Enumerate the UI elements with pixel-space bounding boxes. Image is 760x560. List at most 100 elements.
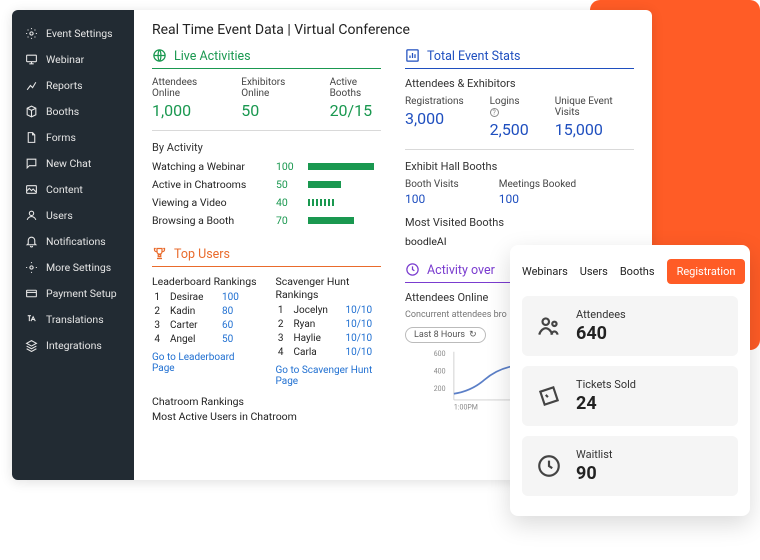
stat-logins: Logins ?2,500 xyxy=(490,96,529,139)
svg-text:200: 200 xyxy=(434,385,446,393)
chatroom-rankings-head: Chatroom Rankings xyxy=(152,395,381,408)
tab-webinars[interactable]: Webinars xyxy=(522,265,568,278)
left-column: Live Activities Attendees Online1,000 Ex… xyxy=(152,48,381,423)
sidebar-item-notifications[interactable]: Notifications xyxy=(12,228,134,254)
sidebar-item-event-settings[interactable]: Event Settings xyxy=(12,20,134,46)
bar-fill xyxy=(308,217,354,224)
sidebar-label: More Settings xyxy=(46,261,111,274)
sidebar: Event Settings Webinar Reports Booths Fo… xyxy=(12,10,134,480)
clock-icon xyxy=(536,453,562,479)
att-ex-head: Attendees & Exhibitors xyxy=(405,77,634,90)
live-stats-row: Attendees Online1,000 Exhibitors Online5… xyxy=(152,77,381,120)
svg-text:400: 400 xyxy=(434,368,446,376)
tab-registration[interactable]: Registration xyxy=(667,259,746,284)
rank-row: 1Jocelyn10/10 xyxy=(276,305,382,316)
sidebar-item-more-settings[interactable]: More Settings xyxy=(12,254,134,280)
section-title-text: Total Event Stats xyxy=(427,49,521,64)
user-icon xyxy=(24,208,38,222)
sidebar-item-integrations[interactable]: Integrations xyxy=(12,332,134,358)
stat-exhibitors-online: Exhibitors Online50 xyxy=(241,77,303,120)
sidebar-item-payment-setup[interactable]: Payment Setup xyxy=(12,280,134,306)
stat-booth-visits: Booth Visits100 xyxy=(405,179,459,206)
rank-row: 3Carter60 xyxy=(152,320,258,331)
leaderboard-rankings: Leaderboard Rankings 1Desirae100 2Kadin8… xyxy=(152,275,258,387)
divider xyxy=(152,130,381,131)
sidebar-label: Users xyxy=(46,209,73,222)
stat-card-tickets: Tickets Sold24 xyxy=(522,366,738,426)
rank-row: 2Kadin80 xyxy=(152,306,258,317)
sidebar-label: Forms xyxy=(46,131,76,144)
booth-stats-row: Booth Visits100 Meetings Booked100 xyxy=(405,179,634,206)
sidebar-item-content[interactable]: Content xyxy=(12,176,134,202)
goto-leaderboard-link[interactable]: Go to Leaderboard Page xyxy=(152,352,258,374)
sidebar-label: Integrations xyxy=(46,339,102,352)
monitor-icon xyxy=(24,52,38,66)
sidebar-item-new-chat[interactable]: New Chat xyxy=(12,150,134,176)
scavenger-rankings: Scavenger Hunt Rankings 1Jocelyn10/10 2R… xyxy=(276,275,382,387)
activity-list: Watching a Webinar100 Active in Chatroom… xyxy=(152,160,381,227)
bell-icon xyxy=(24,234,38,248)
chat-icon xyxy=(24,156,38,170)
stat-meetings-booked: Meetings Booked100 xyxy=(499,179,576,206)
gear-icon xyxy=(24,260,38,274)
sidebar-label: Payment Setup xyxy=(46,287,117,300)
sidebar-item-webinar[interactable]: Webinar xyxy=(12,46,134,72)
sidebar-label: Event Settings xyxy=(46,27,113,40)
sidebar-label: New Chat xyxy=(46,157,91,170)
by-activity-head: By Activity xyxy=(152,141,381,154)
sidebar-item-translations[interactable]: Translations xyxy=(12,306,134,332)
stat-card-attendees: Attendees640 xyxy=(522,296,738,356)
rank-row: 1Desirae100 xyxy=(152,292,258,303)
sidebar-label: Translations xyxy=(46,313,104,326)
time-range-pill[interactable]: Last 8 Hours↻ xyxy=(405,327,486,343)
stat-unique-visits: Unique Event Visits15,000 xyxy=(555,96,634,139)
sidebar-item-booths[interactable]: Booths xyxy=(12,98,134,124)
tab-users[interactable]: Users xyxy=(580,265,608,278)
globe-icon xyxy=(152,48,168,64)
sidebar-item-reports[interactable]: Reports xyxy=(12,72,134,98)
exhibit-hall-head: Exhibit Hall Booths xyxy=(405,160,634,173)
stat-registrations: Registrations3,000 xyxy=(405,96,464,139)
overlay-tabs: Webinars Users Booths Registration xyxy=(522,259,738,284)
cube-icon xyxy=(24,104,38,118)
sidebar-label: Content xyxy=(46,183,83,196)
refresh-icon: ↻ xyxy=(469,330,477,340)
rank-row: 3Haylie10/10 xyxy=(276,333,382,344)
attendees-icon xyxy=(536,313,562,339)
tab-booths[interactable]: Booths xyxy=(620,265,655,278)
sidebar-item-users[interactable]: Users xyxy=(12,202,134,228)
gear-icon xyxy=(24,26,38,40)
section-title-text: Top Users xyxy=(174,247,230,262)
svg-text:600: 600 xyxy=(434,350,446,358)
divider xyxy=(405,149,634,150)
chatroom-rankings-sub: Most Active Users in Chatroom xyxy=(152,410,381,423)
sidebar-label: Notifications xyxy=(46,235,106,248)
rank-row: 4Angel50 xyxy=(152,334,258,345)
info-icon[interactable]: ? xyxy=(490,108,499,117)
card-icon xyxy=(24,286,38,300)
sidebar-item-forms[interactable]: Forms xyxy=(12,124,134,150)
section-top-users: Top Users xyxy=(152,246,381,267)
section-title-text: Live Activities xyxy=(174,49,251,64)
goto-scavenger-link[interactable]: Go to Scavenger Hunt Page xyxy=(276,365,382,387)
sidebar-label: Webinar xyxy=(46,53,84,66)
activity-row: Active in Chatrooms50 xyxy=(152,178,381,191)
sidebar-label: Booths xyxy=(46,105,79,118)
bar-fill xyxy=(308,163,374,170)
ticket-icon xyxy=(536,383,562,409)
stat-active-booths: Active Booths20/15 xyxy=(330,77,381,120)
svg-text:1:00PM: 1:00PM xyxy=(454,404,478,412)
stat-card-waitlist: Waitlist90 xyxy=(522,436,738,496)
bar-fill xyxy=(308,199,334,206)
activity-row: Viewing a Video40 xyxy=(152,196,381,209)
layers-icon xyxy=(24,338,38,352)
sidebar-label: Reports xyxy=(46,79,83,92)
translate-icon xyxy=(24,312,38,326)
top-users-lists: Leaderboard Rankings 1Desirae100 2Kadin8… xyxy=(152,275,381,387)
totals-stats-row: Registrations3,000 Logins ?2,500 Unique … xyxy=(405,96,634,139)
photo-icon xyxy=(24,182,38,196)
section-total-stats: Total Event Stats xyxy=(405,48,634,69)
section-title-text: Activity over xyxy=(427,263,495,278)
activity-row: Watching a Webinar100 xyxy=(152,160,381,173)
clock-icon xyxy=(405,262,421,278)
